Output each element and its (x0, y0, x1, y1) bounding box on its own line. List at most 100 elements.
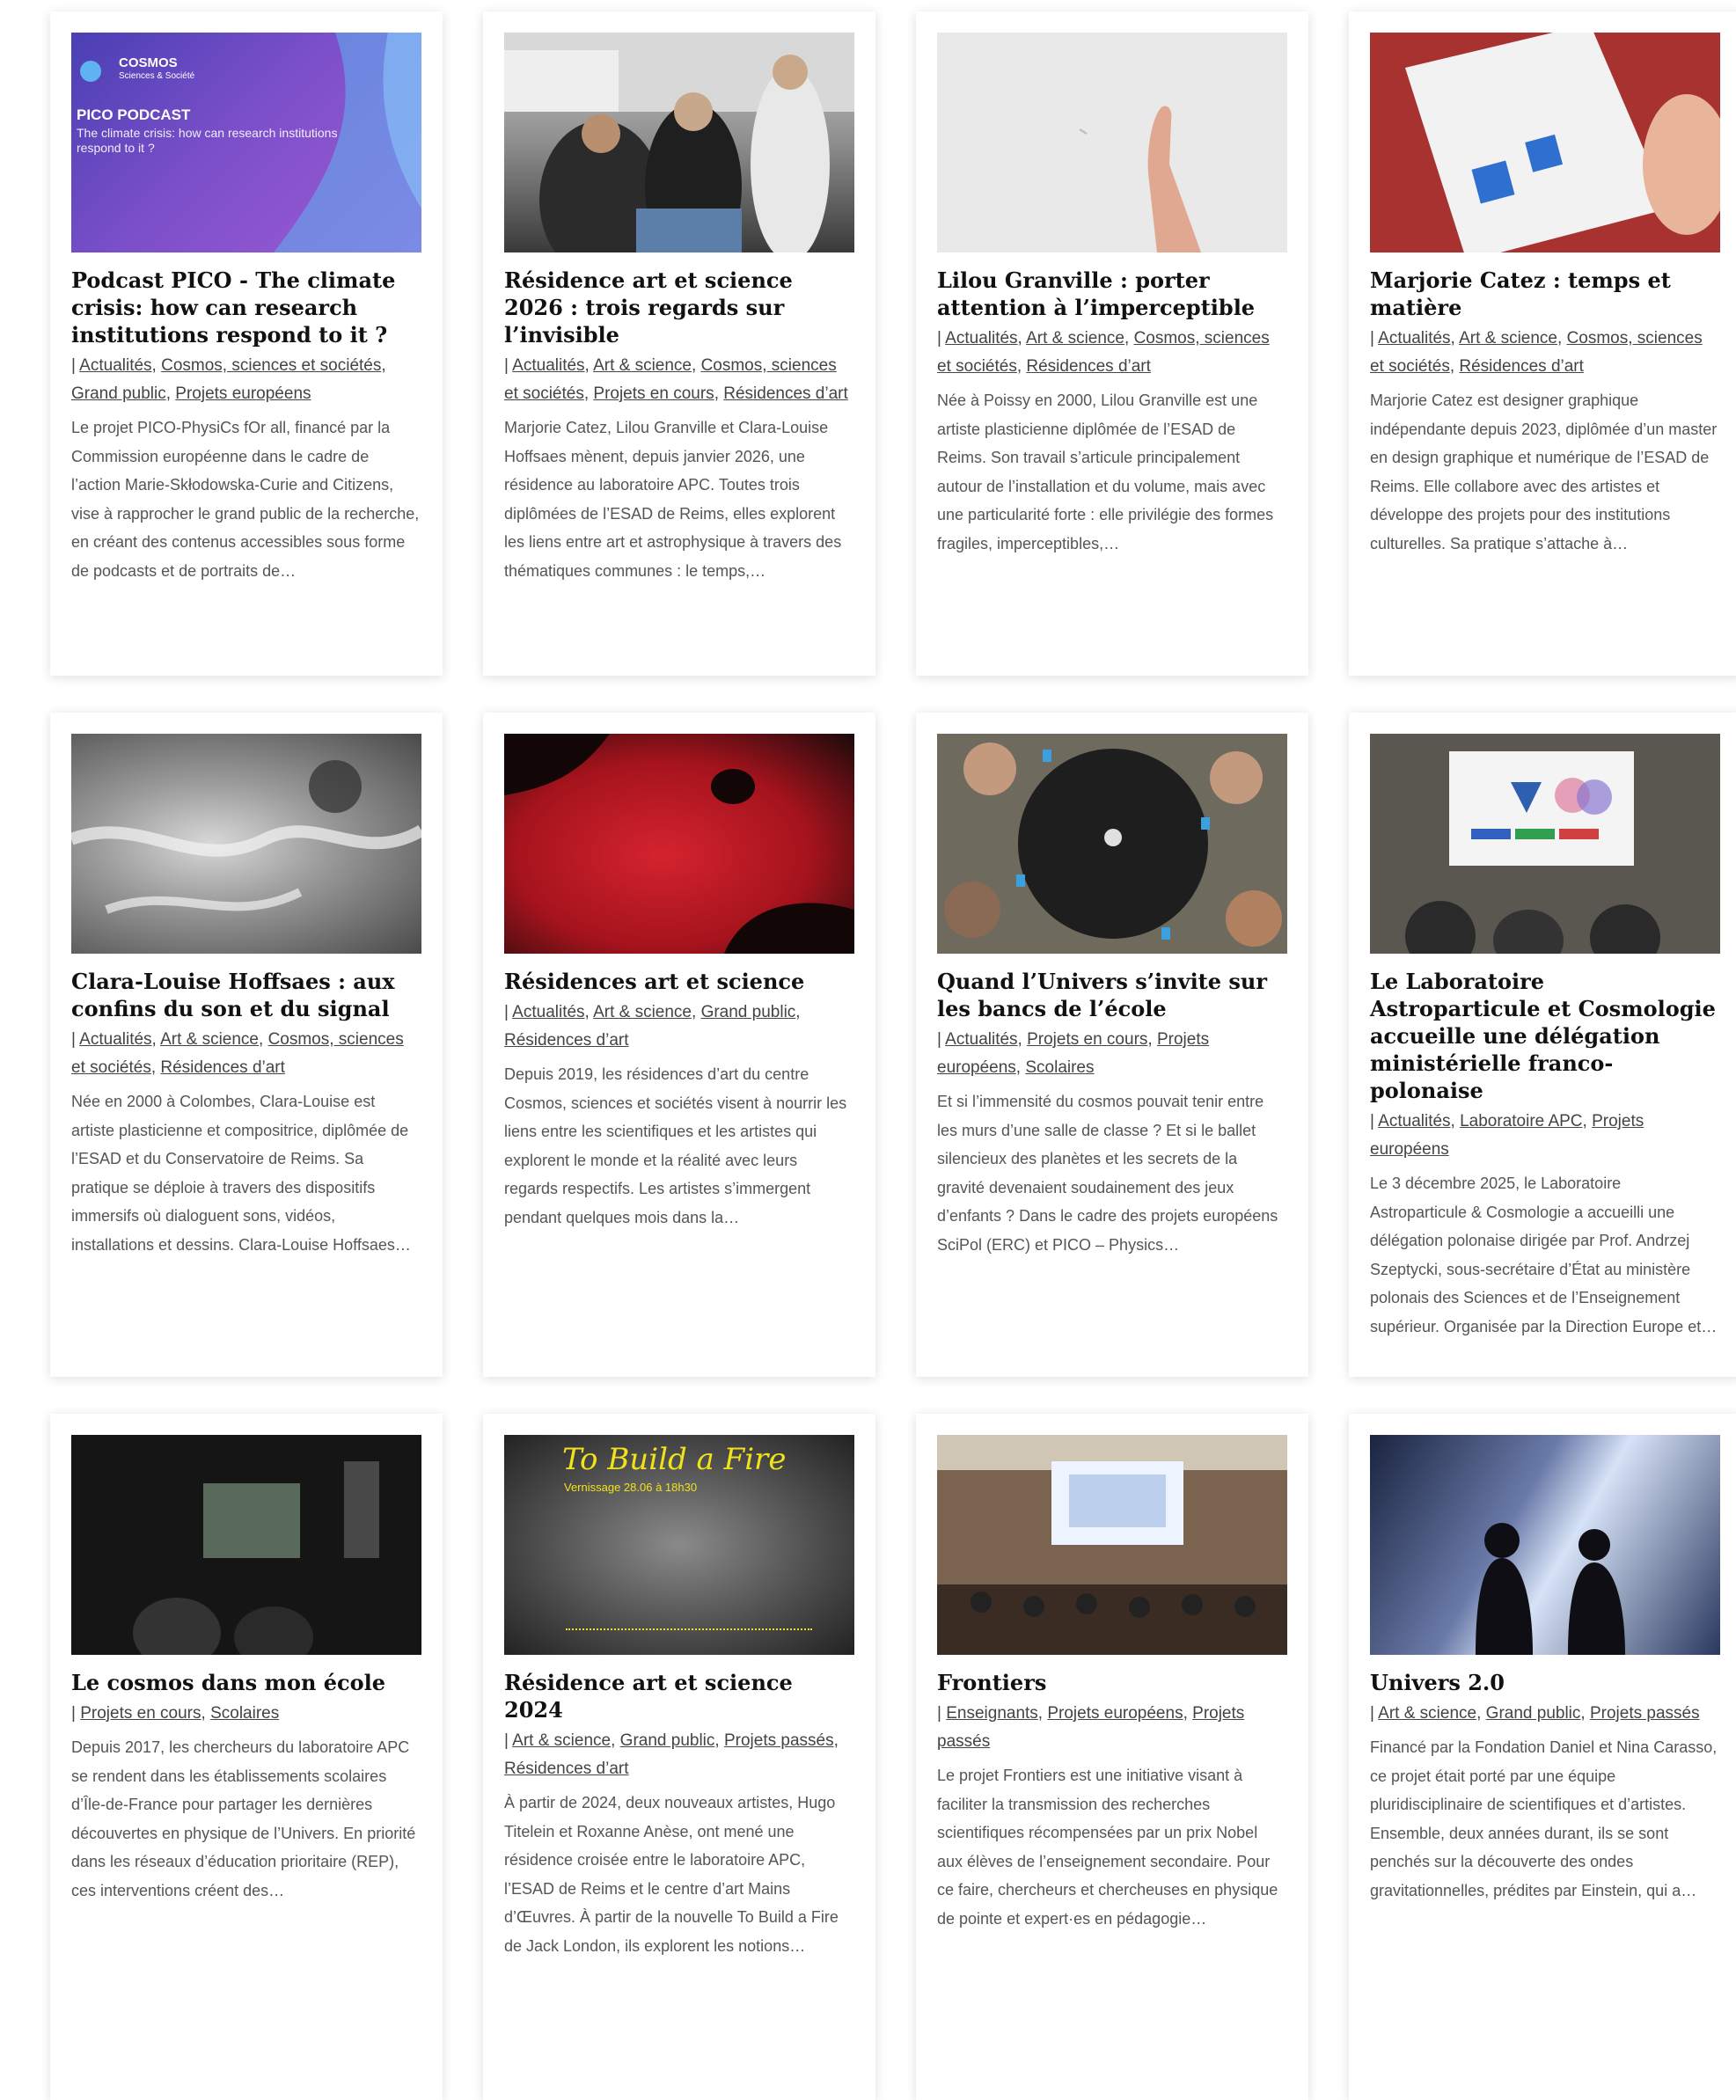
post-card: Le Laboratoire Astroparticule et Cosmolo… (1349, 713, 1736, 1377)
post-categories: | Art & science, Grand public, Projets p… (504, 1731, 839, 1778)
post-title[interactable]: Résidence art et science 2026 : trois re… (504, 267, 854, 348)
post-card: Le cosmos dans mon école | Projets en co… (50, 1414, 443, 2100)
category-link[interactable]: Projets en cours (1027, 1030, 1147, 1049)
post-title[interactable]: Lilou Granville : porter attention à l’i… (937, 267, 1287, 321)
category-link[interactable]: Résidences d’art (504, 1031, 629, 1050)
post-title[interactable]: Résidence art et science 2024 (504, 1669, 854, 1723)
category-link[interactable]: Art & science (160, 1030, 259, 1049)
category-link[interactable]: Art & science (512, 1731, 611, 1750)
post-title[interactable]: Marjorie Catez : temps et matière (1370, 267, 1720, 321)
category-link[interactable]: Actualités (79, 356, 151, 375)
category-link[interactable]: Art & science (1459, 329, 1557, 348)
post-excerpt: Née en 2000 à Colombes, Clara-Louise est… (71, 1093, 411, 1254)
post-thumbnail[interactable] (1370, 33, 1720, 252)
post-thumbnail[interactable] (937, 1435, 1287, 1655)
brand-name: COSMOS (119, 55, 178, 70)
category-link[interactable]: Grand public (620, 1731, 715, 1750)
category-link[interactable]: Art & science (1026, 329, 1124, 348)
category-link[interactable]: Art & science (1378, 1704, 1476, 1723)
residency-photo (504, 33, 854, 252)
post-categories: | Actualités, Art & science, Cosmos, sci… (504, 356, 848, 403)
category-link[interactable]: Résidences d’art (504, 1760, 629, 1778)
category-link[interactable]: Art & science (593, 1003, 692, 1021)
post-categories: | Actualités, Art & science, Cosmos, sci… (1370, 329, 1703, 376)
category-link[interactable]: Projets en cours (593, 384, 714, 403)
classroom-projection-photo (133, 1461, 379, 1655)
category-link[interactable]: Scolaires (210, 1704, 279, 1723)
post-categories: | Art & science, Grand public, Projets p… (1370, 1704, 1700, 1723)
category-link[interactable]: Grand public (71, 384, 166, 403)
post-card: Résidence art et science 2026 : trois re… (483, 11, 875, 676)
post-categories: | Actualités, Art & science, Grand publi… (504, 1003, 801, 1050)
category-link[interactable]: Enseignants (946, 1704, 1038, 1723)
post-excerpt: Marjorie Catez, Lilou Granville et Clara… (504, 419, 842, 580)
category-link[interactable]: Résidences d’art (1026, 357, 1151, 376)
category-link[interactable]: Actualités (945, 329, 1017, 348)
booklet-photo (1370, 33, 1720, 252)
category-link[interactable]: Actualités (1378, 329, 1450, 348)
post-title[interactable]: Quand l’Univers s’invite sur les bancs d… (937, 968, 1287, 1022)
poster-title: To Build a Fire (562, 1442, 787, 1477)
post-title[interactable]: Frontiers (937, 1669, 1287, 1696)
abstract-photo (71, 760, 421, 914)
post-excerpt: Depuis 2019, les résidences d’art du cen… (504, 1065, 847, 1226)
category-link[interactable]: Résidences d’art (160, 1058, 285, 1077)
category-link[interactable]: Actualités (945, 1030, 1017, 1049)
category-link[interactable]: Résidences d’art (1459, 357, 1584, 376)
category-link[interactable]: Art & science (593, 356, 692, 375)
post-excerpt: Née à Poissy en 2000, Lilou Granville es… (937, 391, 1274, 552)
post-thumbnail[interactable] (71, 1435, 421, 1655)
post-excerpt: Le projet Frontiers est une initiative v… (937, 1767, 1278, 1928)
category-link[interactable]: Actualités (1378, 1112, 1450, 1130)
post-categories: | Actualités, Projets en cours, Projets … (937, 1030, 1210, 1077)
category-link[interactable]: Cosmos, sciences et sociétés (161, 356, 381, 375)
category-link[interactable]: Projets en cours (80, 1704, 201, 1723)
category-link[interactable]: Scolaires (1025, 1058, 1094, 1077)
post-title[interactable]: Résidences art et science (504, 968, 854, 995)
post-excerpt: Depuis 2017, les chercheurs du laboratoi… (71, 1738, 416, 1899)
post-categories: | Actualités, Laboratoire APC, Projets e… (1370, 1112, 1644, 1159)
post-categories: | Actualités, Art & science, Cosmos, sci… (937, 329, 1270, 376)
post-title[interactable]: Clara-Louise Hoffsaes : aux confins du s… (71, 968, 421, 1022)
post-thumbnail[interactable]: COSMOS Sciences & Société PICO PODCAST T… (71, 33, 421, 252)
post-card: Lilou Granville : porter attention à l’i… (916, 11, 1308, 676)
post-excerpt: Et si l’immensité du cosmos pouvait teni… (937, 1093, 1278, 1254)
category-link[interactable]: Grand public (701, 1003, 796, 1021)
podcast-subheading: The climate crisis: how can research ins… (77, 126, 338, 155)
post-title[interactable]: Univers 2.0 (1370, 1669, 1720, 1696)
post-card: COSMOS Sciences & Société PICO PODCAST T… (50, 11, 443, 676)
post-thumbnail[interactable] (1370, 1435, 1720, 1655)
post-excerpt: Le projet PICO-PhysiCs fOr all, financé … (71, 419, 420, 580)
post-thumbnail[interactable] (504, 734, 854, 954)
post-excerpt: Financé par la Fondation Daniel et Nina … (1370, 1738, 1718, 1899)
category-link[interactable]: Résidences d’art (723, 384, 848, 403)
post-excerpt: À partir de 2024, deux nouveaux artistes… (504, 1794, 839, 1955)
poster-subtitle: Vernissage 28.06 à 18h30 (564, 1481, 698, 1494)
category-link[interactable]: Grand public (1486, 1704, 1581, 1723)
category-link[interactable]: Actualités (79, 1030, 151, 1049)
category-link[interactable]: Actualités (512, 356, 584, 375)
post-card: To Build a Fire Vernissage 28.06 à 18h30… (483, 1414, 875, 2100)
delegation-photo (1370, 734, 1720, 954)
post-thumbnail[interactable] (71, 734, 421, 954)
post-thumbnail[interactable] (504, 33, 854, 252)
post-thumbnail[interactable] (1370, 734, 1720, 954)
lecture-hall-photo (937, 1435, 1287, 1655)
post-excerpt: Le 3 décembre 2025, le Laboratoire Astro… (1370, 1174, 1718, 1335)
category-link[interactable]: Projets européens (1047, 1704, 1183, 1723)
category-link[interactable]: Actualités (512, 1003, 584, 1021)
category-link[interactable]: Laboratoire APC (1460, 1112, 1582, 1130)
category-link[interactable]: Projets passés (724, 1731, 834, 1750)
post-thumbnail[interactable]: To Build a Fire Vernissage 28.06 à 18h30 (504, 1435, 854, 1655)
category-link[interactable]: Projets passés (1590, 1704, 1700, 1723)
post-thumbnail[interactable] (937, 734, 1287, 954)
podcast-heading: PICO PODCAST (77, 106, 191, 123)
post-thumbnail[interactable] (937, 33, 1287, 252)
category-link[interactable]: Projets européens (175, 384, 311, 403)
post-title[interactable]: Le Laboratoire Astroparticule et Cosmolo… (1370, 968, 1720, 1104)
post-title[interactable]: Podcast PICO - The climate crisis: how c… (71, 267, 421, 348)
red-artwork (504, 734, 854, 954)
post-card: Frontiers | Enseignants, Projets europée… (916, 1414, 1308, 2100)
post-title[interactable]: Le cosmos dans mon école (71, 1669, 421, 1696)
brand-subtitle: Sciences & Société (119, 71, 195, 81)
